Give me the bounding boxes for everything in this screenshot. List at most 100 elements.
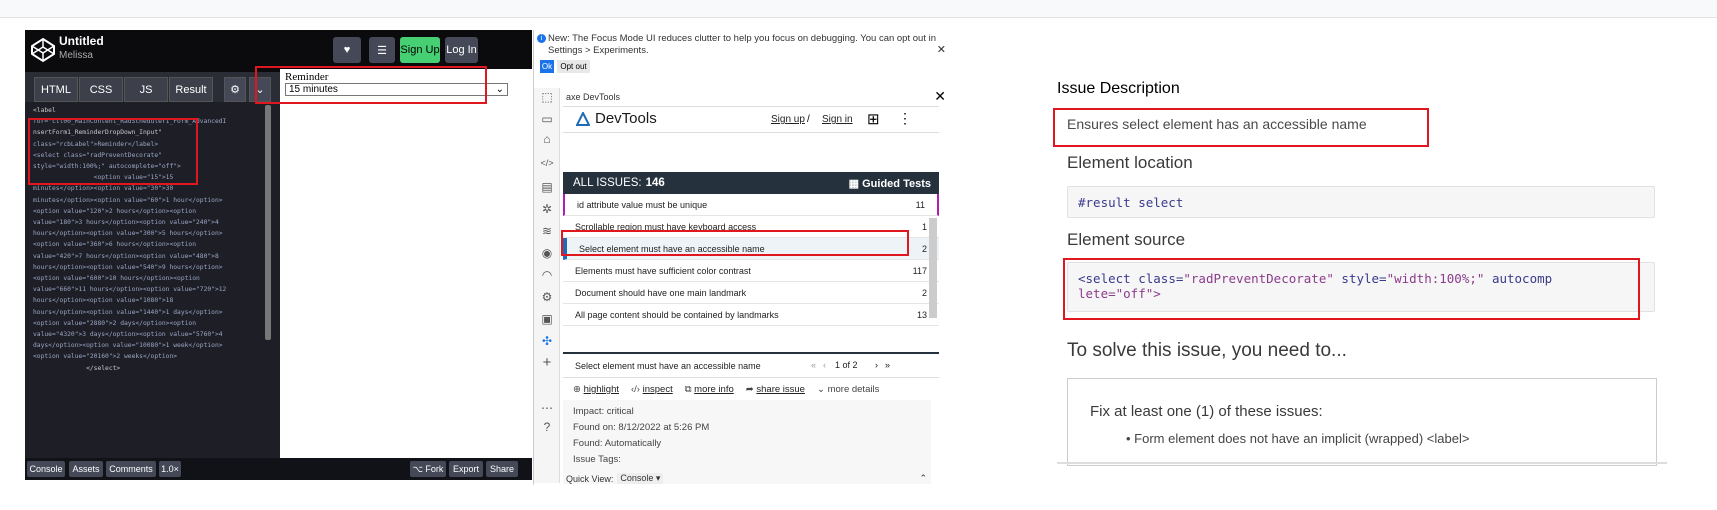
sign-up-link[interactable]: Sign up [771, 114, 805, 125]
home-icon[interactable]: ⌂ [540, 132, 554, 146]
highlight-label: highlight [583, 384, 619, 395]
divider-slash: / [807, 114, 810, 125]
inspect-element-icon[interactable]: ⬚ [540, 90, 554, 104]
fix-item-text: Form element does not have an implicit (… [1134, 431, 1470, 446]
code-icon[interactable]: </> [540, 156, 554, 170]
code-line: hours</option><option value="1080">18 [33, 297, 174, 305]
console-button[interactable]: Console [27, 461, 65, 477]
opt-out-button[interactable]: Opt out [557, 60, 590, 73]
issue-list: id attribute value must be unique 11 Scrol… [561, 194, 941, 348]
gear-icon[interactable]: ⚙ [540, 290, 554, 304]
chevron-up-icon[interactable]: ⌃ [919, 473, 927, 484]
save-icon[interactable]: ⊞ [867, 110, 880, 128]
settings-button[interactable]: ⚙ [224, 77, 246, 102]
close-panel-icon[interactable]: ✕ [934, 88, 946, 105]
issue-row[interactable]: All page content should be contained by … [563, 304, 939, 326]
highlight-box-issue [561, 230, 909, 256]
signup-button[interactable]: Sign Up [400, 37, 440, 63]
application-icon[interactable]: ▣ [540, 312, 554, 326]
element-location-code: #result select [1067, 186, 1655, 218]
more-details-toggle[interactable]: ⌄ more details [817, 384, 879, 395]
tab-result[interactable]: Result [169, 77, 213, 102]
fix-box: Fix at least one (1) of these issues: • … [1067, 378, 1657, 466]
pager-text: 1 of 2 [835, 360, 858, 370]
bullet-icon: • [1126, 431, 1135, 446]
fix-item: • Form element does not have an implicit… [1126, 431, 1469, 446]
highlight-box-label [28, 118, 198, 185]
code-scrollbar[interactable] [265, 105, 271, 340]
selected-issue-title: Select element must have an accessible n… [575, 360, 761, 371]
share-icon: ➦ [745, 384, 757, 395]
codepen-logo-icon[interactable] [30, 37, 56, 63]
performance-icon[interactable]: ◉ [540, 246, 554, 260]
inspect-action[interactable]: ‹/› inspect [631, 384, 673, 395]
pager-last-icon[interactable]: » [885, 360, 890, 370]
wifi-icon[interactable]: ≋ [540, 224, 554, 238]
guided-tests-button[interactable]: ▦ Guided Tests [849, 177, 931, 190]
chevron-down-icon: ⌄ [816, 384, 828, 395]
tab-js[interactable]: JS [124, 77, 168, 102]
location-selector: #result select [1078, 195, 1184, 210]
divider [563, 106, 939, 107]
code-line: <option value="600">10 hours</option><op… [33, 275, 200, 283]
share-button[interactable]: Share [486, 461, 518, 477]
bug-icon[interactable]: ✲ [540, 202, 554, 216]
found-on-text: Found on: 8/12/2022 at 5:26 PM [573, 422, 710, 433]
export-button[interactable]: Export [449, 461, 483, 477]
pen-author[interactable]: Melissa [59, 50, 93, 61]
gear-icon: ⚙ [230, 84, 240, 96]
axe-icon[interactable]: ✣ [540, 334, 554, 348]
console-icon[interactable]: ▤ [540, 180, 554, 194]
highlight-box-result [255, 66, 487, 104]
tab-css[interactable]: CSS [79, 77, 123, 102]
view-menu-button[interactable]: ☰ [369, 37, 395, 63]
highlight-action[interactable]: ⊕ highlight [573, 384, 619, 395]
login-button[interactable]: Log In [445, 37, 478, 63]
comments-button[interactable]: Comments [106, 461, 156, 477]
target-icon: ⊕ [573, 384, 584, 395]
tab-html[interactable]: HTML [34, 77, 78, 102]
heart-icon: ♥ [343, 44, 351, 56]
code-line: hours</option><option value="300">5 hour… [33, 230, 223, 238]
gauge-icon[interactable]: ◠ [540, 268, 554, 282]
grid-icon: ▦ [848, 177, 863, 190]
axe-panel: axe DevTools ✕ DevTools Sign up / Sign i… [561, 88, 952, 485]
pen-title[interactable]: Untitled [59, 34, 104, 48]
result-pane: Reminder 15 minutes ⌄ [280, 69, 533, 458]
axe-logo-icon [575, 110, 591, 126]
pager-first-icon[interactable]: « [811, 360, 816, 370]
list-icon: ☰ [377, 44, 387, 57]
selected-issue-bar: Select element must have an accessible n… [563, 352, 939, 378]
issue-actions: ⊕ highlight ‹/› inspect ⧉ more info ➦ sh… [573, 384, 933, 395]
kebab-menu-icon[interactable]: ⋮ [898, 110, 912, 127]
help-icon[interactable]: ? [540, 420, 554, 434]
quick-view-label: Quick View: [566, 473, 614, 484]
heart-button[interactable]: ♥ [333, 37, 361, 63]
solve-heading: To solve this issue, you need to... [1067, 340, 1347, 361]
more-tools-icon[interactable]: ⋯ [540, 401, 554, 415]
fork-button[interactable]: ⌥ Fork [410, 461, 446, 477]
fix-instructions: Fix at least one (1) of these issues: [1090, 403, 1323, 420]
codepen-footer: Console Assets Comments 1.0× ⌥ Fork Expo… [25, 458, 532, 480]
issue-row[interactable]: Elements must have sufficient color cont… [563, 260, 939, 282]
pager-next-icon[interactable]: › [875, 360, 878, 370]
code-line: <label [33, 107, 56, 114]
more-info-action[interactable]: ⧉ more info [685, 384, 734, 395]
sign-in-link[interactable]: Sign in [822, 114, 853, 125]
assets-button[interactable]: Assets [69, 461, 103, 477]
zoom-button[interactable]: 1.0× [159, 461, 181, 477]
more-info-label: more info [694, 384, 734, 395]
elements-icon[interactable]: ▭ [540, 112, 554, 126]
more-details-label: more details [827, 384, 880, 395]
all-issues-count: 146 [645, 177, 665, 189]
plus-icon[interactable]: + [540, 355, 554, 370]
issue-row[interactable]: id attribute value must be unique 11 [563, 194, 939, 216]
share-issue-action[interactable]: ➦ share issue [746, 384, 805, 395]
quick-view-select[interactable]: Console ▾ [617, 473, 664, 484]
pager-prev-icon[interactable]: ‹ [823, 360, 826, 370]
issue-row[interactable]: Document should have one main landmark 2 [563, 282, 939, 304]
code-line: minutes</option><option value="60">1 hou… [33, 196, 223, 204]
issue-list-scrollbar[interactable] [929, 218, 937, 318]
close-notice-icon[interactable]: ✕ [937, 44, 946, 56]
ok-button[interactable]: Ok [540, 60, 554, 73]
